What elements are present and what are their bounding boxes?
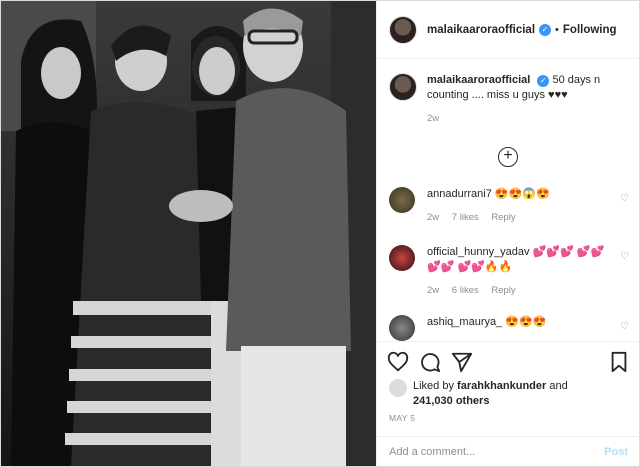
comment-time[interactable]: 2w bbox=[427, 212, 439, 223]
following-button[interactable]: Following bbox=[563, 24, 617, 36]
comment-reply-button[interactable]: Reply bbox=[491, 212, 515, 223]
comment-like-heart-icon[interactable]: ♡ bbox=[620, 193, 629, 204]
author-username[interactable]: malaikaaroraofficial bbox=[427, 24, 535, 36]
post-header: malaikaaroraofficial ✓ • Following bbox=[377, 1, 639, 59]
comment-meta: 2w 7 likes Reply bbox=[427, 210, 607, 225]
likes-prefix: Liked by bbox=[413, 380, 454, 392]
likes-text: Liked by farahkhankunder and 241,030 oth… bbox=[413, 379, 568, 409]
add-comment-input[interactable] bbox=[389, 445, 589, 458]
comment-like-heart-icon[interactable]: ♡ bbox=[620, 251, 629, 262]
comment-item: ashiq_maurya_ 😍😍😍 ♡ bbox=[389, 315, 629, 341]
post-sidebar: malaikaaroraofficial ✓ • Following malai… bbox=[376, 1, 640, 466]
comment-body: annadurrani7 😍😍😱😍 2w 7 likes Reply bbox=[427, 187, 607, 225]
author-avatar[interactable] bbox=[389, 15, 417, 44]
comment-username[interactable]: official_hunny_yadav bbox=[427, 246, 530, 258]
post-date[interactable]: MAY 5 bbox=[389, 413, 415, 423]
comment-username[interactable]: annadurrani7 bbox=[427, 188, 492, 200]
share-icon[interactable] bbox=[451, 351, 473, 373]
likes-and: and bbox=[549, 380, 568, 392]
likes-count[interactable]: 241,030 others bbox=[413, 395, 489, 407]
caption-avatar[interactable] bbox=[389, 73, 417, 101]
comment-body: official_hunny_yadav 💕💕💕 💕💕 💕💕 💕💕🔥🔥 2w 6… bbox=[427, 245, 607, 298]
bookmark-icon[interactable] bbox=[608, 351, 630, 373]
family-photo-image bbox=[1, 1, 376, 466]
comment-likes[interactable]: 7 likes bbox=[452, 212, 479, 223]
add-comment-bar: Post bbox=[377, 436, 640, 466]
header-separator: • bbox=[555, 23, 559, 36]
comment-icon[interactable] bbox=[419, 351, 441, 373]
post-photo[interactable] bbox=[1, 1, 376, 466]
comment-meta: 2w 6 likes Reply bbox=[427, 283, 607, 298]
comment-item: official_hunny_yadav 💕💕💕 💕💕 💕💕 💕💕🔥🔥 2w 6… bbox=[389, 245, 629, 298]
comment-time[interactable]: 2w bbox=[427, 285, 439, 296]
likes-summary: Liked by farahkhankunder and 241,030 oth… bbox=[389, 379, 568, 409]
liker-avatar[interactable] bbox=[389, 379, 407, 397]
heart-icon[interactable] bbox=[387, 351, 409, 373]
comment-like-heart-icon[interactable]: ♡ bbox=[620, 321, 629, 332]
comment-likes[interactable]: 6 likes bbox=[452, 285, 479, 296]
liker-username[interactable]: farahkhankunder bbox=[457, 380, 546, 392]
caption-time[interactable]: 2w bbox=[427, 113, 639, 124]
post-comment-button[interactable]: Post bbox=[604, 446, 628, 458]
comment-username[interactable]: ashiq_maurya_ bbox=[427, 316, 502, 328]
instagram-post: malaikaaroraofficial ✓ • Following malai… bbox=[0, 0, 640, 467]
comment-item: annadurrani7 😍😍😱😍 2w 7 likes Reply ♡ bbox=[389, 187, 629, 225]
plus-circle-icon[interactable]: + bbox=[498, 147, 518, 167]
comment-body: ashiq_maurya_ 😍😍😍 bbox=[427, 315, 607, 341]
commenter-avatar[interactable] bbox=[389, 187, 415, 213]
comment-reply-button[interactable]: Reply bbox=[491, 285, 515, 296]
caption-username[interactable]: malaikaaroraofficial bbox=[427, 74, 530, 86]
comment-text: 😍😍😱😍 bbox=[494, 188, 550, 200]
verified-badge-icon: ✓ bbox=[539, 23, 552, 36]
commenter-avatar[interactable] bbox=[389, 315, 415, 341]
caption-text-block: malaikaaroraofficial ✓ 50 days n countin… bbox=[427, 73, 627, 103]
caption-verified-badge-icon: ✓ bbox=[537, 75, 550, 87]
post-caption: malaikaaroraofficial ✓ 50 days n countin… bbox=[377, 59, 639, 103]
post-actions bbox=[377, 341, 640, 381]
commenter-avatar[interactable] bbox=[389, 245, 415, 271]
comment-text: 😍😍😍 bbox=[505, 316, 547, 328]
